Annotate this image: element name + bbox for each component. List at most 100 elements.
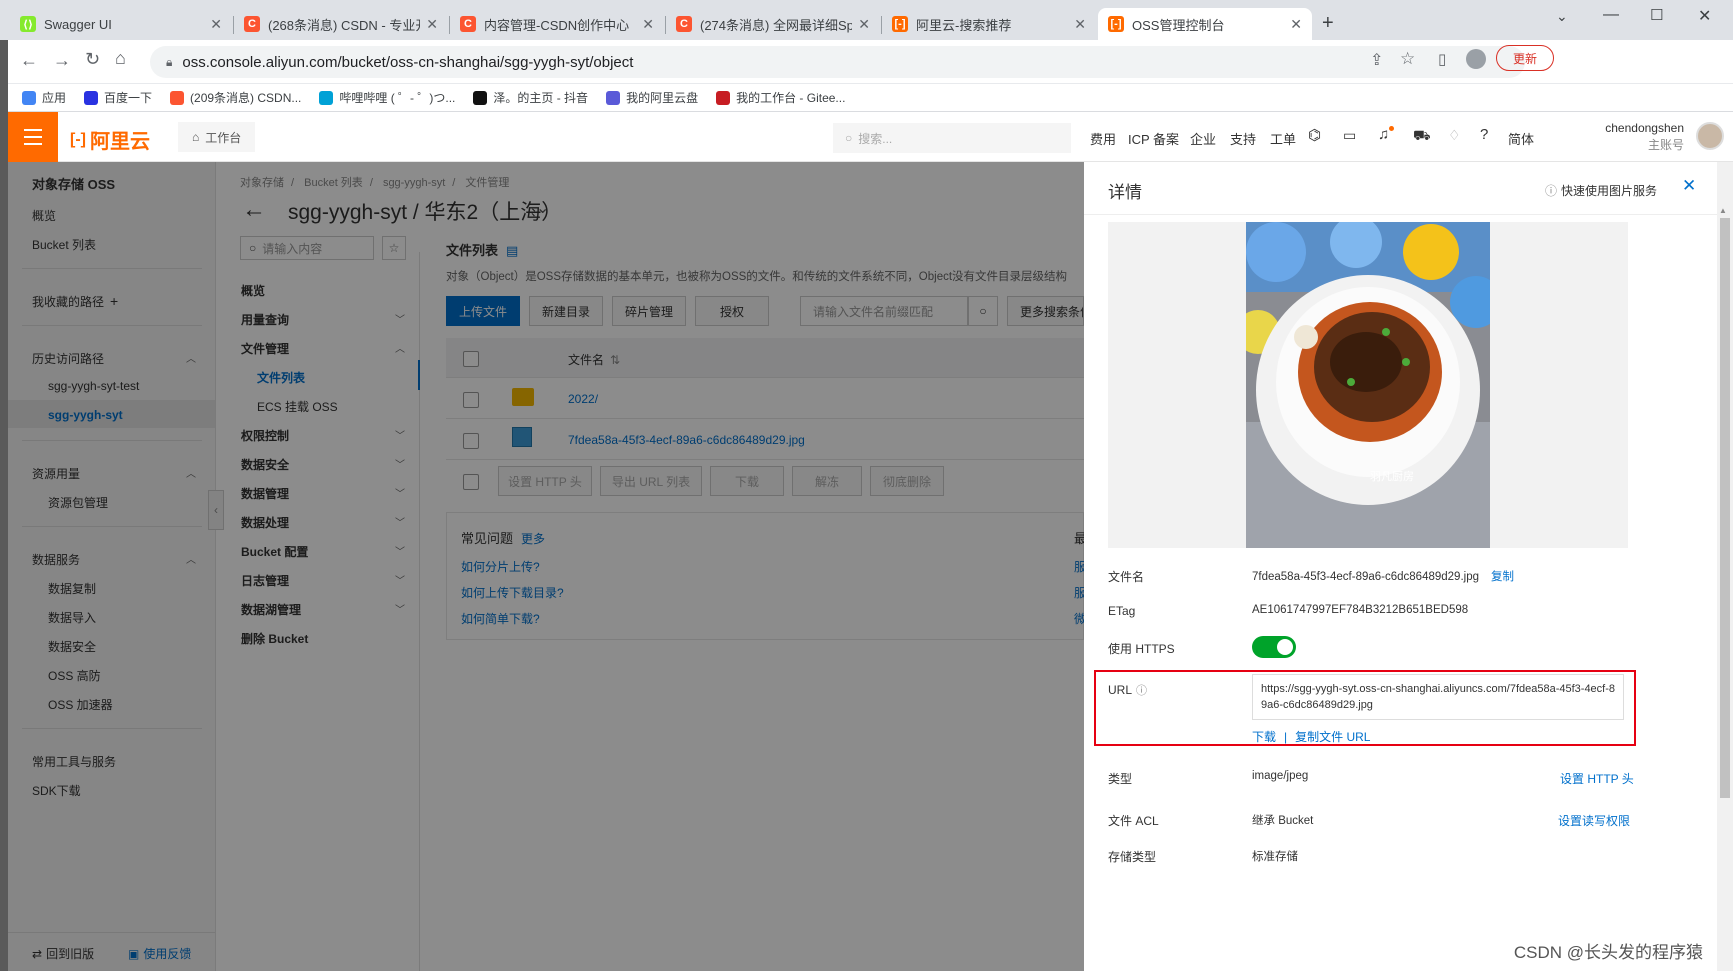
- bookmark-baidu[interactable]: 百度一下: [84, 89, 152, 106]
- lock-icon: 🔒︎: [166, 54, 173, 69]
- close-icon[interactable]: ✕: [1682, 176, 1696, 196]
- download-link[interactable]: 下载: [1252, 730, 1276, 744]
- etag-label: ETag: [1108, 604, 1136, 618]
- browser-tab-oss-console[interactable]: [-] OSS管理控制台 ✕: [1098, 8, 1312, 40]
- storage-value: 标准存储: [1252, 851, 1298, 863]
- close-icon[interactable]: ✕: [858, 16, 870, 33]
- terminal-icon[interactable]: ▭: [1343, 127, 1356, 144]
- workbench-button[interactable]: ⌂ 工作台: [178, 122, 256, 152]
- aliyun-icon: [-]: [892, 16, 908, 32]
- bulb-icon[interactable]: ♢: [1448, 127, 1461, 144]
- user-info[interactable]: chendongshen 主账号: [1598, 120, 1684, 154]
- nav-enterprise[interactable]: 企业: [1190, 129, 1216, 148]
- photo-watermark: 羽凡厨房: [1370, 471, 1414, 483]
- filename-value: 7fdea58a-45f3-4ecf-89a6-c6dc86489d29.jpg…: [1252, 571, 1514, 583]
- bookmark-douyin[interactable]: 泽。的主页 - 抖音: [473, 89, 588, 106]
- detail-drawer: 详情 ⓘ 快速使用图片服务 ✕ 羽凡厨房 文件名 7fdea58a-45f3-4e…: [1084, 162, 1717, 971]
- sidepanel-icon[interactable]: ▯: [1438, 50, 1446, 68]
- type-value: image/jpeg: [1252, 770, 1309, 782]
- bookmark-gitee[interactable]: 我的工作台 - Gitee...: [716, 89, 845, 106]
- nav-ticket[interactable]: 工单: [1270, 129, 1296, 148]
- csdn-icon: C: [244, 16, 260, 32]
- quick-image-service-link[interactable]: ⓘ 快速使用图片服务: [1545, 182, 1657, 199]
- browser-tab-aliyun-search[interactable]: [-] 阿里云-搜索推荐 ✕: [882, 8, 1096, 40]
- browser-tab-csdn-creator[interactable]: C 内容管理-CSDN创作中心 ✕: [450, 8, 664, 40]
- bilibili-icon: [319, 90, 334, 105]
- close-icon[interactable]: ✕: [1074, 16, 1086, 33]
- maximize-icon[interactable]: ☐: [1650, 6, 1663, 24]
- language-switch[interactable]: 简体: [1508, 129, 1534, 148]
- notification-dot: [1389, 126, 1394, 131]
- new-tab-button[interactable]: +: [1322, 12, 1334, 35]
- nav-icp[interactable]: ICP 备案: [1128, 129, 1179, 148]
- copy-filename-link[interactable]: 复制: [1491, 571, 1514, 583]
- drawer-scrollbar[interactable]: ▲: [1717, 162, 1733, 971]
- window-edge: [0, 40, 8, 971]
- copy-url-link[interactable]: 复制文件 URL: [1295, 730, 1370, 744]
- bell-icon[interactable]: ♫: [1378, 126, 1389, 143]
- home-icon[interactable]: ⌂: [115, 48, 126, 69]
- url-textbox[interactable]: https://sgg-yygh-syt.oss-cn-shanghai.ali…: [1252, 674, 1624, 720]
- bookmark-bilibili[interactable]: 哔哩哔哩 ( ゜- ゜)つ...: [319, 89, 455, 106]
- browser-toolbar: ← → ↻ ⌂ 🔒︎ oss.console.aliyun.com/bucket…: [0, 40, 1733, 84]
- back-arrow-icon[interactable]: ←: [20, 50, 38, 71]
- browser-tab-csdn-springboot[interactable]: C (274条消息) 全网最详细SpringB✕: [666, 8, 880, 40]
- avatar[interactable]: [1696, 122, 1724, 150]
- food-photo: [1246, 222, 1490, 548]
- forward-arrow-icon[interactable]: →: [53, 50, 71, 71]
- search-icon: ○: [845, 131, 853, 145]
- bookmark-csdn[interactable]: (209条消息) CSDN...: [170, 89, 301, 106]
- csdn-watermark: CSDN @长头发的程序猿: [1513, 943, 1703, 962]
- close-icon[interactable]: ✕: [210, 16, 222, 33]
- csdn-icon: [170, 90, 185, 105]
- bookmark-aliyun-drive[interactable]: 我的阿里云盘: [606, 89, 698, 106]
- modal-overlay[interactable]: [8, 162, 1084, 971]
- hamburger-menu-icon[interactable]: [8, 112, 58, 162]
- https-toggle[interactable]: [1252, 636, 1296, 658]
- close-icon[interactable]: ✕: [642, 16, 654, 33]
- set-http-header-link[interactable]: 设置 HTTP 头: [1560, 770, 1634, 787]
- aliyun-logo[interactable]: [-] 阿里云: [70, 125, 150, 154]
- minimize-icon[interactable]: —: [1603, 6, 1619, 24]
- console-header: [-] 阿里云 ⌂ 工作台 ○ 搜索... 费用 ICP 备案 企业 支持 工单 ⌬ …: [8, 112, 1733, 162]
- profile-icon[interactable]: [1466, 49, 1486, 69]
- close-icon[interactable]: ✕: [1290, 16, 1302, 33]
- url-text: oss.console.aliyun.com/bucket/oss-cn-sha…: [182, 53, 634, 71]
- reload-icon[interactable]: ↻: [85, 49, 100, 70]
- https-label: 使用 HTTPS: [1108, 642, 1175, 656]
- tab-search-icon[interactable]: ⌄: [1556, 8, 1568, 25]
- douyin-icon: [473, 90, 488, 105]
- image-preview-area: 羽凡厨房: [1108, 222, 1628, 548]
- help-icon[interactable]: ⓘ: [1136, 685, 1147, 697]
- apps-grid-icon: [22, 90, 36, 105]
- browser-tab-csdn[interactable]: C (268条消息) CSDN - 专业开发者✕: [234, 8, 448, 40]
- home-icon: ⌂: [192, 130, 200, 144]
- console-search-input[interactable]: ○ 搜索...: [833, 123, 1071, 153]
- close-icon[interactable]: ✕: [426, 16, 438, 33]
- drawer-title: 详情: [1108, 183, 1142, 202]
- help-icon: ⓘ: [1545, 184, 1558, 198]
- url-actions: 下载 | 复制文件 URL: [1252, 730, 1371, 744]
- nav-support[interactable]: 支持: [1230, 129, 1256, 148]
- scrollbar-thumb[interactable]: [1720, 218, 1730, 798]
- bookmark-apps[interactable]: 应用: [22, 89, 66, 106]
- bookmarks-bar: 应用 百度一下 (209条消息) CSDN... 哔哩哔哩 ( ゜- ゜)つ..…: [0, 84, 1733, 112]
- set-acl-link[interactable]: 设置读写权限: [1558, 812, 1630, 829]
- nav-fees[interactable]: 费用: [1090, 129, 1116, 148]
- star-icon[interactable]: ☆: [1400, 49, 1415, 69]
- cart-icon[interactable]: ⛟: [1413, 127, 1431, 146]
- browser-tab-swagger[interactable]: ⟨⟩ Swagger UI ✕: [10, 8, 232, 40]
- gitee-icon: [716, 90, 731, 105]
- share-icon[interactable]: ⇪: [1370, 50, 1383, 70]
- cloud-shell-icon[interactable]: ⌬: [1308, 126, 1321, 144]
- csdn-icon: C: [676, 16, 692, 32]
- etag-value: AE1061747997EF784B3212B651BED598: [1252, 604, 1469, 616]
- help-icon[interactable]: ?: [1480, 126, 1488, 143]
- update-button[interactable]: 更新: [1496, 45, 1554, 71]
- csdn-icon: C: [460, 16, 476, 32]
- url-label: URL ⓘ: [1108, 683, 1148, 697]
- address-bar[interactable]: 🔒︎ oss.console.aliyun.com/bucket/oss-cn-…: [150, 46, 1525, 78]
- browser-tab-bar: ⟨⟩ Swagger UI✕ C (268条消息) CSDN - 专业开发者✕ …: [0, 0, 1733, 40]
- filename-label: 文件名: [1108, 570, 1145, 584]
- window-close-icon[interactable]: ✕: [1698, 6, 1711, 26]
